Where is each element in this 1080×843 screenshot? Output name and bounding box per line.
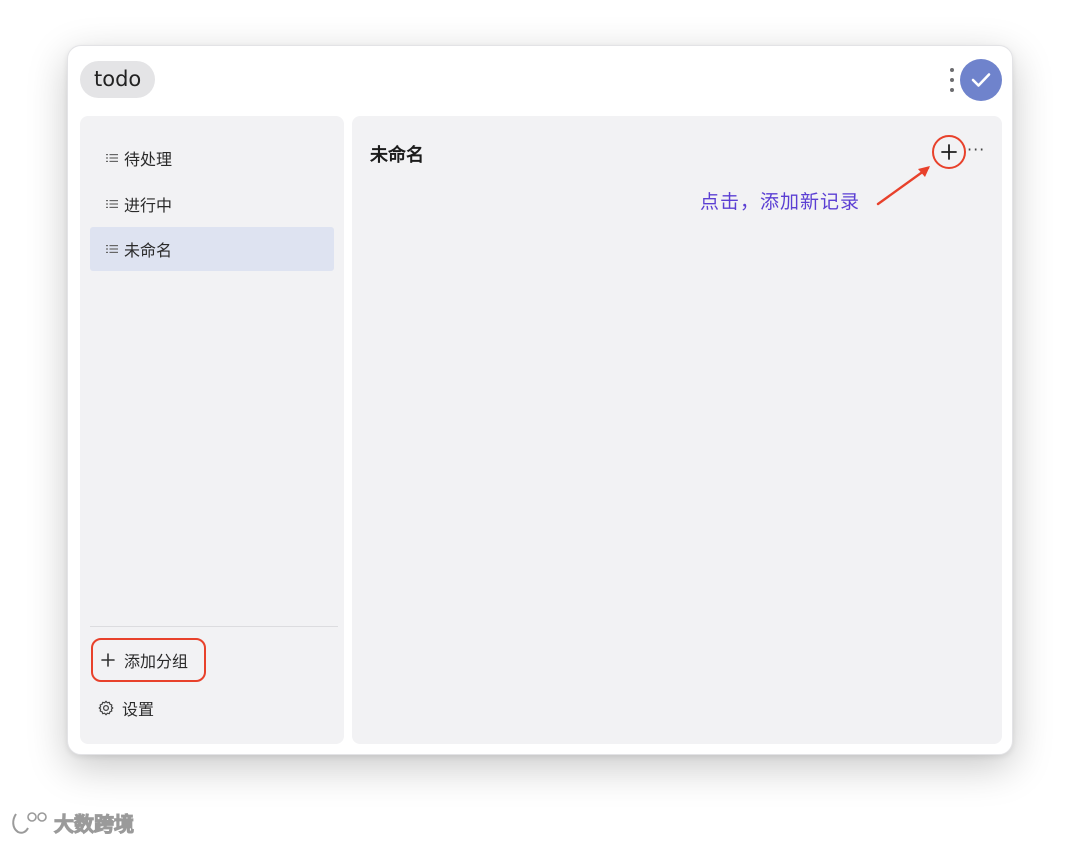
sidebar-item-in-progress[interactable]: 进行中	[90, 182, 334, 226]
sidebar: 待处理 进行中 未命名 添加分组 设置	[80, 116, 344, 744]
app-title: todo	[80, 61, 156, 98]
plus-icon	[941, 144, 957, 160]
annotation-text: 点击，添加新记录	[700, 191, 861, 213]
confirm-button[interactable]	[960, 59, 1002, 101]
group-title: 未命名	[370, 145, 424, 166]
vertical-ellipsis-icon[interactable]	[947, 65, 957, 95]
list-icon	[106, 154, 118, 162]
watermark-text: 大数跨境	[54, 812, 135, 837]
annotation-arrow	[876, 166, 930, 206]
settings-label: 设置	[122, 700, 155, 719]
sidebar-item-label: 未命名	[124, 241, 173, 260]
checkmark-icon	[971, 73, 991, 87]
settings-button[interactable]: 设置	[98, 693, 154, 723]
sidebar-item-untitled[interactable]: 未命名	[90, 227, 334, 271]
list-icon	[106, 245, 118, 253]
app-window: todo 待处理 进行中 未命名 添加分组 设置 未命名 ··· 点击，添加新记…	[67, 45, 1013, 755]
watermark: 大数跨境	[10, 808, 135, 837]
add-record-button[interactable]	[932, 135, 966, 169]
sidebar-divider	[90, 626, 338, 627]
add-group-button[interactable]: 添加分组	[91, 638, 206, 682]
sidebar-item-label: 进行中	[124, 196, 173, 215]
sidebar-item-label: 待处理	[124, 150, 173, 169]
add-group-label: 添加分组	[124, 652, 189, 671]
sidebar-item-pending[interactable]: 待处理	[90, 136, 334, 180]
list-icon	[106, 200, 118, 208]
gear-icon	[98, 700, 114, 716]
more-options-button[interactable]: ···	[967, 140, 985, 159]
main-panel: 未命名 ··· 点击，添加新记录	[352, 116, 1002, 744]
plus-icon	[101, 653, 115, 667]
watermark-logo-icon	[12, 811, 47, 834]
